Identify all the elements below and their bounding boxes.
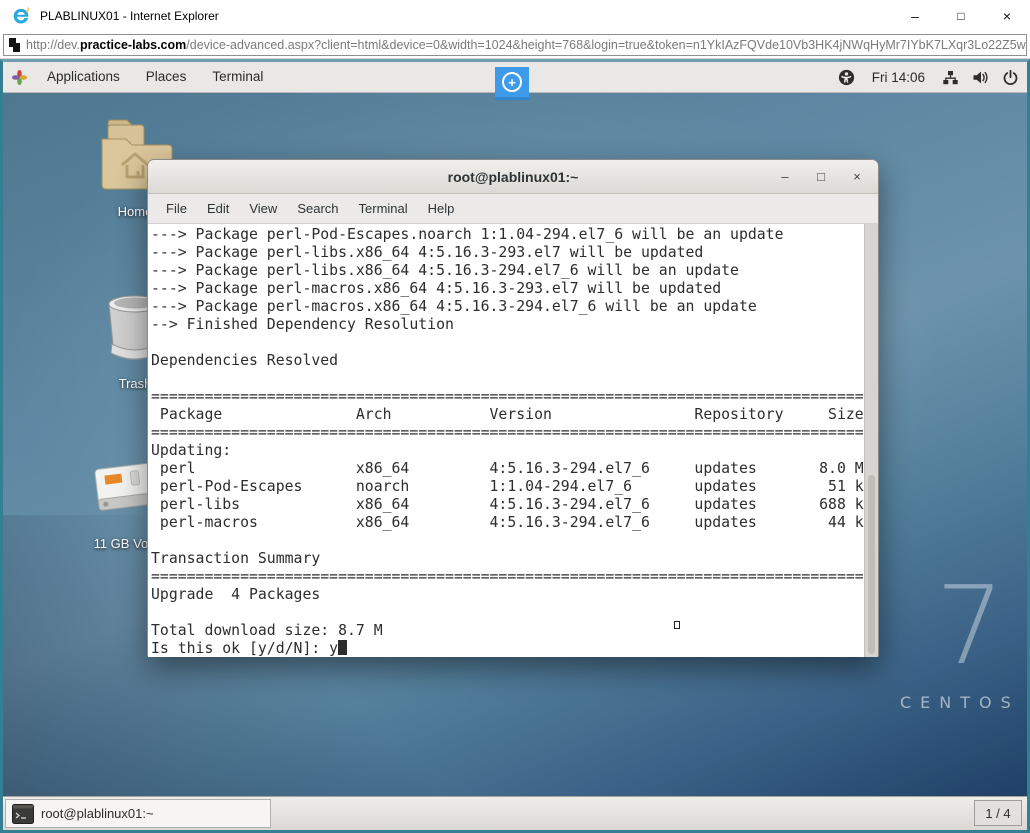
terminal-maximize-button[interactable]: □ [810,166,832,188]
terminal-menu-item[interactable]: File [156,194,197,223]
terminal-output-line: ---> Package perl-macros.x86_64 4:5.16.3… [151,280,864,298]
top-bar-menu[interactable]: Terminal [199,62,276,92]
terminal-output-line: Updating: [151,442,864,460]
terminal-close-button[interactable]: × [846,166,868,188]
desktop-wallpaper: 7 CENTOS Home Trash [3,93,1027,796]
site-favicon [9,38,20,52]
terminal-output[interactable]: ---> Package perl-Pod-Escapes.noarch 1:1… [148,224,878,657]
ie-address-bar: http://dev.practice-labs.com/device-adva… [0,31,1030,59]
terminal-output-line [151,334,864,352]
terminal-cursor [338,640,347,655]
ie-titlebar: PLABLINUX01 - Internet Explorer – □ × [0,0,1030,31]
terminal-output-line: ========================================… [151,424,864,442]
terminal-output-line [151,532,864,550]
terminal-app-icon [12,804,34,824]
workspace-pager[interactable]: 1 / 4 [974,800,1022,826]
terminal-menu-item[interactable]: Help [418,194,465,223]
ie-close-button[interactable]: × [984,0,1030,31]
plus-circle-icon: + [502,72,522,92]
taskbar-task-label: root@plablinux01:~ [41,806,154,821]
clock[interactable]: Fri 14:06 [868,70,929,85]
terminal-output-line [151,370,864,388]
window-title: PLABLINUX01 - Internet Explorer [40,9,219,23]
terminal-output-line: ========================================… [151,388,864,406]
terminal-output-line: Transaction Summary [151,550,864,568]
taskbar: root@plablinux01:~ 1 / 4 [3,796,1027,830]
terminal-menu-item[interactable]: Terminal [349,194,418,223]
terminal-menu-item[interactable]: Edit [197,194,239,223]
terminal-prompt-line: Is this ok [y/d/N]: y [151,640,864,657]
terminal-output-line: Total download size: 8.7 M [151,622,864,640]
terminal-output-line: --> Finished Dependency Resolution [151,316,864,334]
centos-watermark-text: CENTOS [900,693,1027,712]
volume-icon[interactable] [972,69,989,86]
gnome-top-bar: ApplicationsPlacesTerminal Fri 14:06 [3,62,1027,93]
url-input[interactable]: http://dev.practice-labs.com/device-adva… [3,34,1027,56]
centos-watermark-number: 7 [915,573,1025,681]
terminal-output-line [151,604,864,622]
terminal-output-line: ---> Package perl-libs.x86_64 4:5.16.3-2… [151,244,864,262]
terminal-menu-item[interactable]: Search [287,194,348,223]
terminal-window: root@plablinux01:~ – □ × FileEditViewSea… [147,159,879,657]
terminal-output-line: ========================================… [151,568,864,586]
mouse-pointer-dot [674,621,680,629]
remote-desktop-viewport: ApplicationsPlacesTerminal Fri 14:06 [0,59,1030,833]
accessibility-icon[interactable] [838,69,855,86]
terminal-titlebar[interactable]: root@plablinux01:~ – □ × [148,160,878,194]
terminal-output-line: Dependencies Resolved [151,352,864,370]
internet-explorer-icon [10,5,32,27]
terminal-output-line: Upgrade 4 Packages [151,586,864,604]
terminal-output-line: ---> Package perl-libs.x86_64 4:5.16.3-2… [151,262,864,280]
lab-overlay-button[interactable]: + [495,67,529,100]
top-bar-menu[interactable]: Applications [34,62,133,92]
taskbar-task-terminal[interactable]: root@plablinux01:~ [5,799,271,828]
terminal-output-line: perl-libs x86_64 4:5.16.3-294.el7_6 upda… [151,496,864,514]
terminal-output-line: ---> Package perl-Pod-Escapes.noarch 1:1… [151,226,864,244]
terminal-output-line: Package Arch Version Repository Size [151,406,864,424]
power-icon[interactable] [1002,69,1019,86]
ie-maximize-button[interactable]: □ [938,0,984,31]
terminal-menubar: FileEditViewSearchTerminalHelp [148,194,878,224]
terminal-output-line: ---> Package perl-macros.x86_64 4:5.16.3… [151,298,864,316]
network-icon[interactable] [942,69,959,86]
terminal-output-line: perl x86_64 4:5.16.3-294.el7_6 updates 8… [151,460,864,478]
terminal-output-line: perl-Pod-Escapes noarch 1:1.04-294.el7_6… [151,478,864,496]
terminal-scrollbar[interactable] [864,224,878,657]
applications-menu-icon [11,69,28,86]
terminal-scrollbar-thumb[interactable] [868,475,875,654]
ie-minimize-button[interactable]: – [892,0,938,31]
terminal-output-line: perl-macros x86_64 4:5.16.3-294.el7_6 up… [151,514,864,532]
terminal-menu-item[interactable]: View [239,194,287,223]
terminal-minimize-button[interactable]: – [774,166,796,188]
terminal-title: root@plablinux01:~ [448,169,579,185]
url-text: http://dev.practice-labs.com/device-adva… [26,38,1027,52]
top-bar-menu[interactable]: Places [133,62,200,92]
